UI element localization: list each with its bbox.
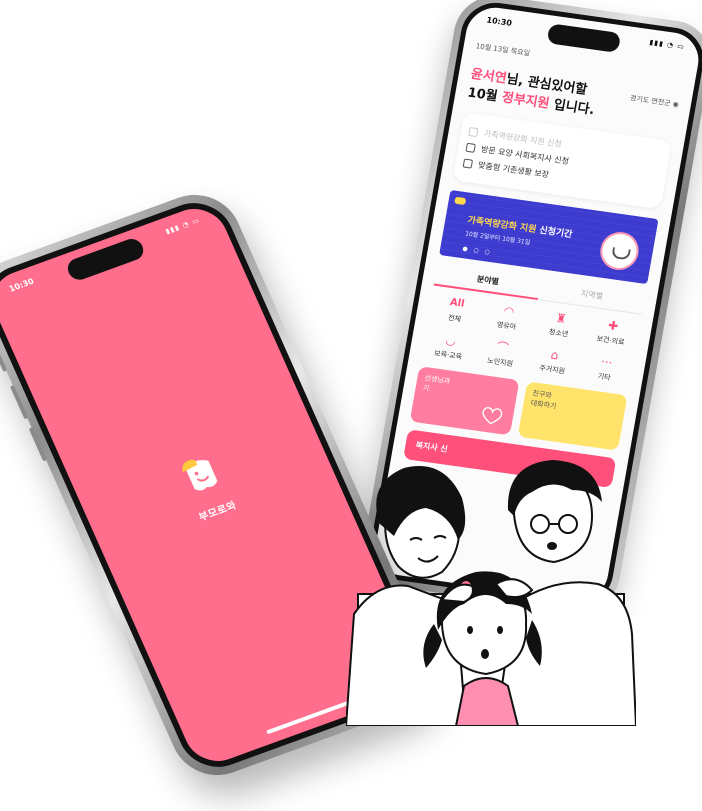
dynamic-island — [546, 23, 622, 53]
home-content: 10월 13일 목요일 경기도 연천군 ◉ 윤서연님, 관심있어할 10월 정부… — [403, 41, 685, 489]
house-icon: ⌂ — [549, 347, 560, 363]
category-baby[interactable]: ◠ 영유아 — [480, 301, 537, 335]
checkbox[interactable] — [468, 127, 479, 138]
greeting-end: 입니다. — [547, 97, 596, 119]
category-label: 주거지원 — [538, 363, 566, 376]
tab-by-region[interactable]: 지역별 — [537, 277, 646, 315]
all-text: All — [448, 296, 466, 310]
category-youth[interactable]: ♜ 청소년 — [532, 308, 589, 342]
talk-to-teacher-card[interactable]: 선생님과 기 — [409, 366, 520, 436]
action-button — [0, 354, 8, 372]
banner-badge-icon — [454, 196, 467, 206]
grandfather-head — [507, 460, 602, 564]
category-label: 기타 — [597, 372, 612, 382]
status-time: 10:30 — [485, 15, 513, 28]
checkbox[interactable] — [465, 142, 476, 153]
youth-icon: ♜ — [554, 310, 568, 327]
category-label: 청소년 — [548, 327, 569, 339]
status-time: 10:30 — [7, 276, 36, 294]
talk-to-friend-card[interactable]: 친구와 대화하기 — [517, 381, 628, 451]
greeting-highlight: 정부지원 — [500, 90, 551, 112]
heart-icon — [482, 406, 503, 425]
promo-pink-text: 선생님과 기 — [422, 374, 451, 393]
status-icons: ▮▮▮ ◔ ▭ — [164, 216, 202, 236]
user-name: 윤서연 — [469, 66, 508, 87]
cane-icon: ⌒ — [495, 339, 510, 356]
baby-icon: ◠ — [502, 303, 516, 319]
home-indicator — [266, 699, 353, 735]
category-label: 전체 — [447, 313, 462, 324]
app-logo: 부모로와 — [171, 446, 241, 524]
category-elderly[interactable]: ⌒ 노인지원 — [473, 337, 530, 371]
app-name: 부모로와 — [197, 500, 239, 524]
app-logo-icon — [182, 459, 218, 491]
promo-yellow-text: 친구와 대화하기 — [530, 389, 557, 411]
tab-by-field[interactable]: 분야별 — [433, 262, 542, 301]
grandmother-hand — [440, 583, 474, 604]
category-label: 영유아 — [496, 320, 517, 332]
grandmother-head — [376, 466, 466, 579]
medical-icon: ✚ — [606, 318, 620, 334]
category-education[interactable]: ◡ 보육·교육 — [421, 330, 478, 364]
family-illustration — [346, 460, 636, 726]
dynamic-island — [64, 235, 147, 283]
banner-pager-dots: ● ○ ○ — [461, 245, 493, 257]
category-all[interactable]: All 전체 — [428, 293, 485, 327]
category-etc[interactable]: ··· 기타 — [577, 352, 634, 386]
more-icon: ··· — [599, 354, 614, 370]
category-label: 보건·의료 — [595, 334, 626, 347]
checkbox[interactable] — [462, 158, 474, 169]
category-label: 보육·교육 — [433, 349, 463, 361]
eye-icon: ◉ — [671, 100, 680, 109]
category-housing[interactable]: ⌂ 주거지원 — [525, 344, 582, 378]
status-icons: ▮▮▮ ◔ ▭ — [648, 38, 686, 52]
banner-title-rest: 신청기간 — [535, 225, 573, 241]
greeting-month: 10월 — [466, 85, 504, 106]
category-label: 노인지원 — [486, 356, 514, 369]
category-medical[interactable]: ✚ 보건·의료 — [584, 315, 641, 349]
grandmother-icon — [597, 229, 642, 273]
education-icon: ◡ — [444, 332, 458, 348]
